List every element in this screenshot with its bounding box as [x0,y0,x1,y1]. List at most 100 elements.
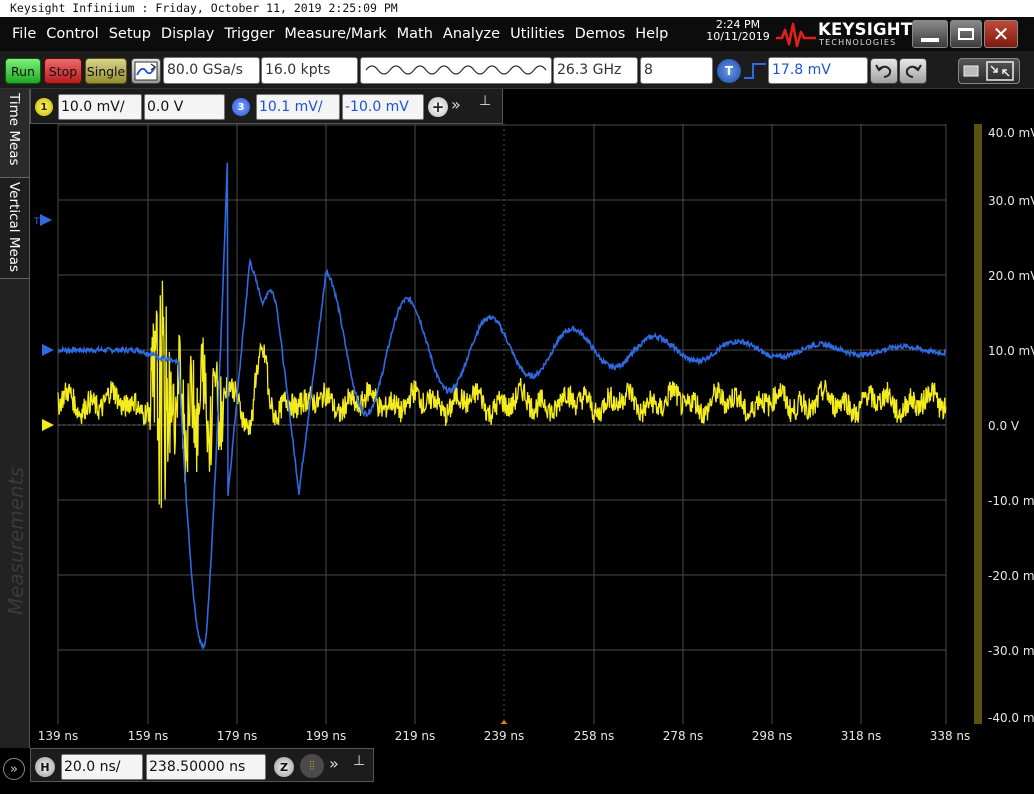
minimize-icon [921,38,939,42]
trigger-level-field[interactable]: 17.8 mV [768,57,868,84]
touch-gesture-button[interactable] [958,58,1020,84]
double-chevron-right-icon: » [329,754,339,773]
y-tick-label: 40.0 mV [988,126,1034,140]
y-tick-label: -30.0 mV [988,644,1034,658]
x-tick-label: 258 ns [573,729,615,743]
menu-utilities[interactable]: Utilities [510,26,570,42]
menu-control[interactable]: Control [46,26,103,42]
rising-edge-icon [744,63,766,79]
x-tick-label: 318 ns [840,729,882,743]
minimize-button[interactable] [912,20,948,48]
menu-analyze[interactable]: Analyze [443,26,505,42]
channel-3-offset-field[interactable]: -10.0 mV [342,94,424,120]
channel-1-offset-field[interactable]: 0.0 V [144,94,225,120]
expand-side-panel-button[interactable]: » [3,758,25,780]
restore-icon [958,28,974,40]
menu-trigger[interactable]: Trigger [224,26,279,42]
control-toolbar: Run Stop Single 80.0 GSa/s 16.0 kpts 26.… [0,51,1034,89]
close-button[interactable]: ✕ [984,20,1018,48]
expand-horizontal-button[interactable]: » [329,754,339,773]
channel-3-button[interactable]: 3 [232,98,250,116]
y-tick-label: -40.0 mV [988,711,1034,725]
gated-zoom-button[interactable]: ⦙⦙ [300,754,324,778]
vertical-lines-icon: ⦙⦙ [309,759,315,773]
menu-setup[interactable]: Setup [109,26,156,42]
channel-1-waveform [57,280,947,509]
double-chevron-right-icon: » [10,761,18,777]
y-tick-label: 20.0 mV [988,269,1034,283]
brand-name: KEYSIGHT [818,20,913,39]
redo-icon [905,64,922,78]
trigger-level-marker[interactable] [40,214,52,226]
stop-button[interactable]: Stop [44,58,82,84]
waveform-display[interactable]: T 40.0 mV 30.0 mV 20.0 mV 10.0 mV 0.0 V … [30,124,1034,726]
maximize-button[interactable] [950,20,982,48]
x-tick-label: 139 ns [37,729,79,743]
pin-channel-bar-button[interactable]: ⊥ [479,93,491,109]
x-tick-label: 159 ns [127,729,169,743]
window-title: Keysight Infiniium : Friday, October 11,… [0,0,1034,17]
measurements-panel-label: Measurements [4,467,28,616]
plus-icon: + [431,98,445,116]
x-tick-label: 219 ns [394,729,436,743]
time-axis: 139 ns 159 ns 179 ns 199 ns 219 ns 239 n… [30,724,1034,748]
x-tick-label: 199 ns [305,729,347,743]
autoscale-button[interactable] [131,58,161,84]
clock: 2:24 PM 10/11/2019 [700,19,776,43]
memory-depth-field[interactable]: 16.0 kpts [261,57,358,84]
brand-subtitle: TECHNOLOGIES [819,38,897,47]
menu-math[interactable]: Math [397,26,438,42]
tab-vertical-meas-label: Vertical Meas [6,182,22,273]
channel-1-scale-field[interactable]: 10.0 mV/ [58,94,142,120]
clock-date: 10/11/2019 [706,30,770,43]
bandwidth-field[interactable]: 26.3 GHz [553,57,638,84]
sample-rate-field[interactable]: 80.0 GSa/s [163,57,260,84]
averages-field[interactable]: 8 [640,57,713,84]
redo-button[interactable] [899,58,927,84]
menu-help[interactable]: Help [635,26,673,42]
pin-icon: ⊥ [479,93,492,109]
menu-list: File Control Setup Display Trigger Measu… [12,17,678,51]
channel-1-trace [57,280,947,509]
channel-1-ground-marker[interactable] [42,419,54,431]
zoom-button[interactable]: Z [274,757,294,777]
close-icon: ✕ [992,22,1010,46]
graticule: T [33,124,947,726]
menu-bar: File Control Setup Display Trigger Measu… [0,17,1034,51]
expand-channels-button[interactable]: » [451,95,461,114]
x-tick-label: 298 ns [751,729,793,743]
pin-horizontal-bar-button[interactable]: ⊥ [353,753,365,769]
horizontal-button[interactable]: H [35,757,55,777]
channel-3-scale-field[interactable]: 10.1 mV/ [256,94,340,120]
horizontal-scale-field[interactable]: 20.0 ns/ [61,754,143,780]
tab-time-meas-label: Time Meas [6,93,22,166]
double-chevron-right-icon: » [451,95,461,114]
autoscale-icon [134,61,158,81]
horizontal-bar: » H 20.0 ns/ 238.50000 ns Z ⦙⦙ » ⊥ [0,748,1034,794]
run-button[interactable]: Run [5,58,41,84]
undo-button[interactable] [870,58,898,84]
bandwidth-filter-field[interactable] [360,57,552,84]
menu-file[interactable]: File [12,26,41,42]
undo-icon [875,64,892,78]
keysight-logo-icon [776,22,816,48]
touch-gesture-icon [963,61,1014,81]
tab-vertical-meas[interactable]: Vertical Meas [0,178,29,279]
y-tick-label: 0.0 V [988,419,1020,433]
tab-time-meas[interactable]: Time Meas [0,89,29,178]
channel-1-button[interactable]: 1 [35,98,53,116]
channel-bar: 1 10.0 mV/ 0.0 V 3 10.1 mV/ -10.0 mV + »… [30,89,503,124]
vertical-scale-bar [974,124,982,726]
grid-lines [57,124,947,726]
channel-3-ground-marker[interactable] [42,344,54,356]
menu-measure-mark[interactable]: Measure/Mark [284,26,391,42]
x-tick-label: 338 ns [929,729,971,743]
menu-demos[interactable]: Demos [575,26,631,42]
horizontal-position-field[interactable]: 238.50000 ns [146,754,266,780]
menu-display[interactable]: Display [161,26,219,42]
y-tick-label: 10.0 mV [988,344,1034,358]
pin-icon: ⊥ [353,753,366,769]
single-button[interactable]: Single [85,58,127,84]
add-channel-button[interactable]: + [428,97,448,117]
trigger-button[interactable]: T [717,59,741,83]
